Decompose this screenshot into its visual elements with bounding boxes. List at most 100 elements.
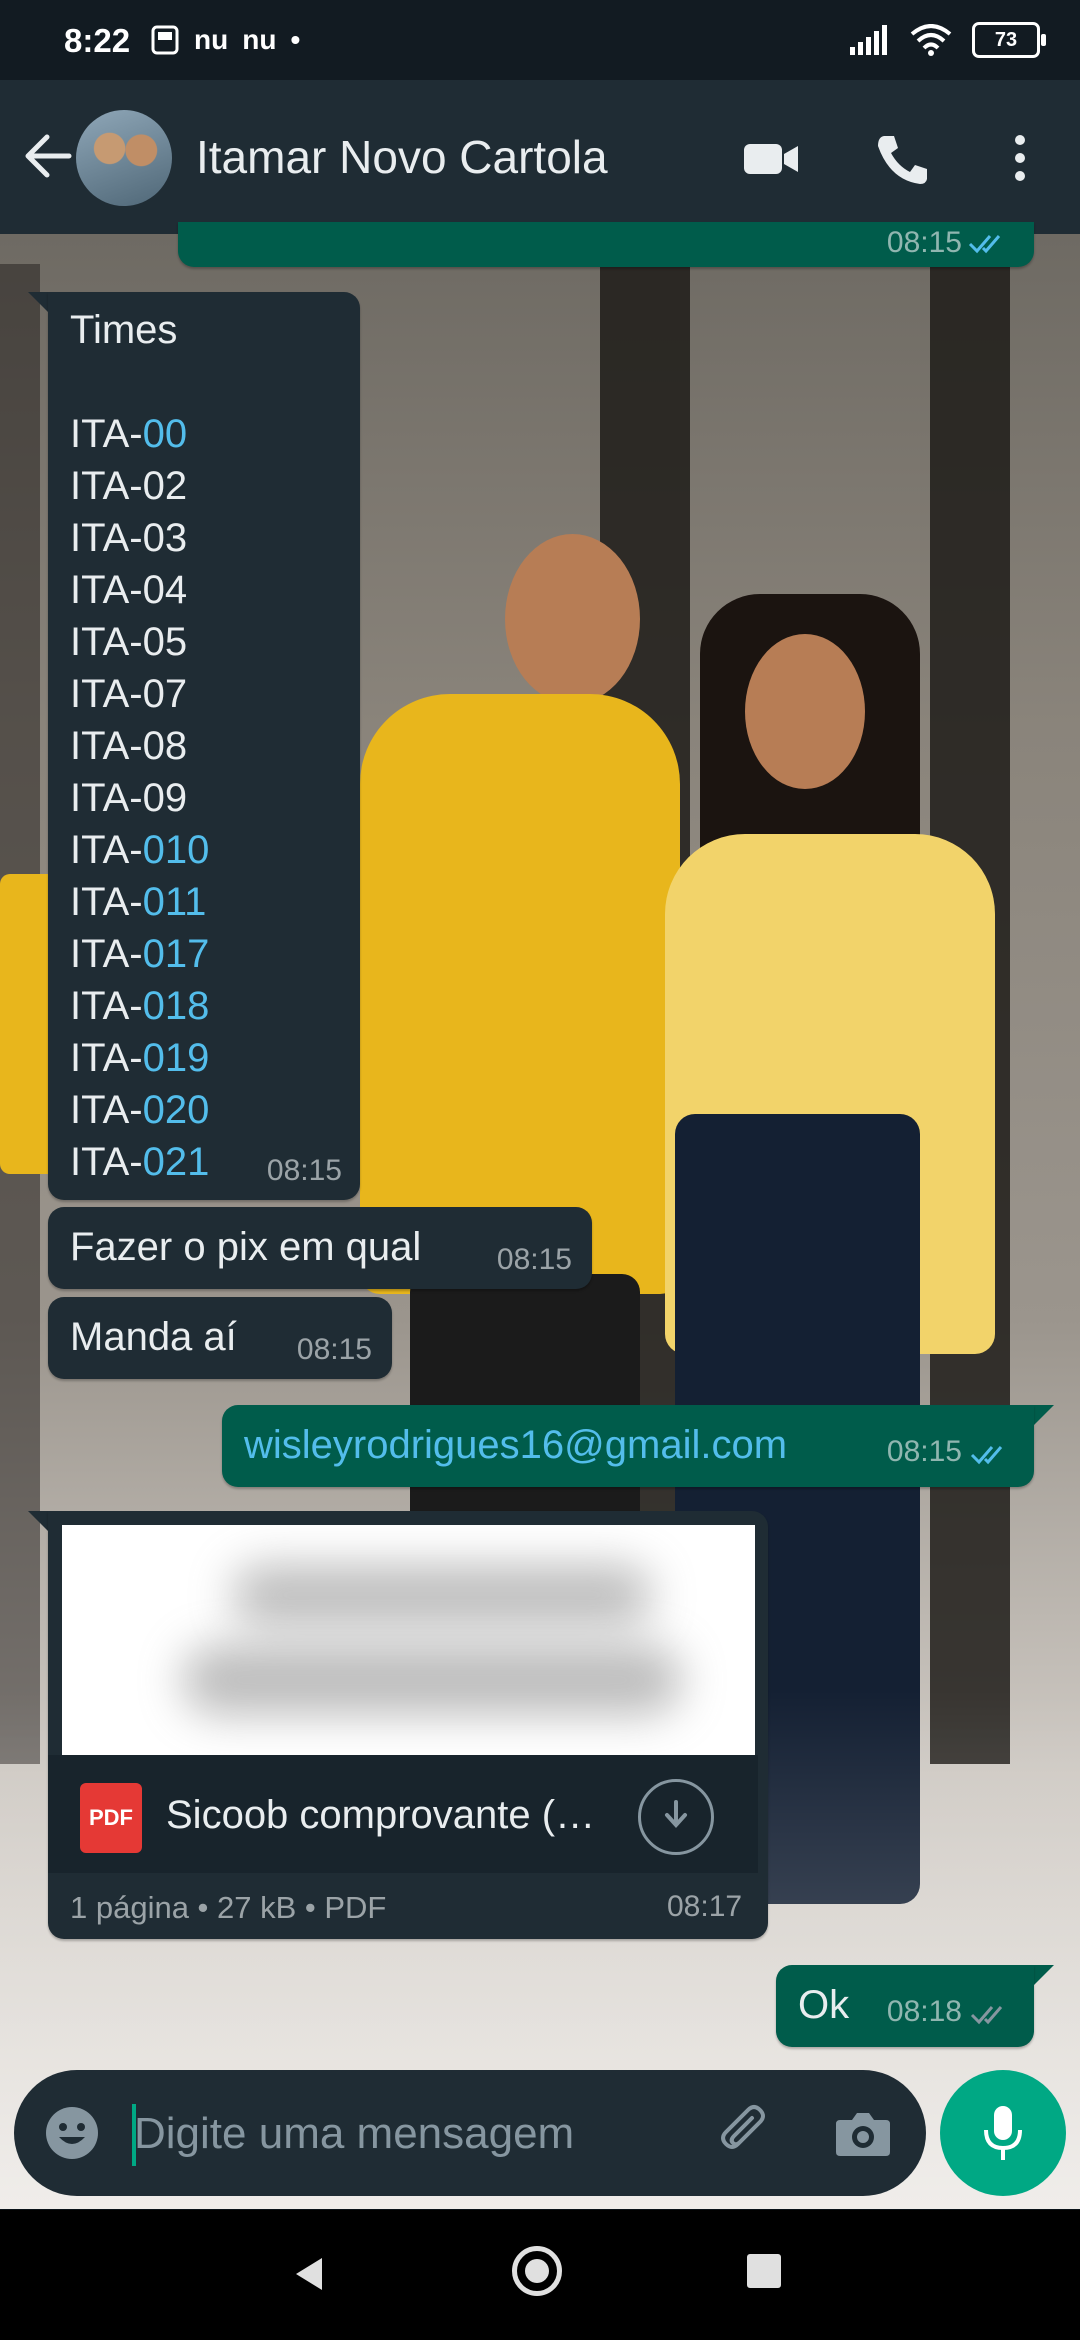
document-meta: 1 página • 27 kB • PDF bbox=[70, 1890, 387, 1925]
nu-app-icon: nu bbox=[194, 24, 229, 55]
contact-name[interactable]: Itamar Novo Cartola bbox=[196, 130, 608, 184]
message-time: 08:15 bbox=[296, 1333, 372, 1366]
message-bubble-incoming[interactable]: Manda aí 08:15 bbox=[48, 1297, 392, 1379]
team-code-line: ITA-021 bbox=[70, 1136, 209, 1188]
system-navigation-bar bbox=[0, 2210, 1080, 2340]
team-code-prefix: ITA- bbox=[70, 1036, 143, 1080]
status-system-icons: 73 bbox=[850, 22, 1046, 58]
mic-icon bbox=[984, 2106, 1022, 2160]
message-bubble-outgoing[interactable]: 08:15 bbox=[178, 222, 1034, 267]
battery-icon: 73 bbox=[972, 22, 1046, 58]
status-bar: 8:22 nu nu • 73 bbox=[0, 0, 1080, 80]
signal-icon bbox=[850, 25, 887, 55]
team-code-line: ITA-017 bbox=[70, 928, 209, 980]
team-code-line: ITA-07 bbox=[70, 668, 209, 720]
chat-header: Itamar Novo Cartola bbox=[0, 80, 1080, 234]
back-arrow-icon[interactable] bbox=[18, 126, 78, 186]
team-code-prefix: ITA- bbox=[70, 620, 143, 664]
nav-recents-icon[interactable] bbox=[747, 2254, 781, 2288]
team-code-number[interactable]: 018 bbox=[143, 984, 210, 1028]
nav-back-icon[interactable] bbox=[290, 2254, 330, 2294]
team-code-number: 04 bbox=[142, 568, 188, 612]
team-code-prefix: ITA- bbox=[70, 932, 143, 976]
team-code-prefix: ITA- bbox=[70, 464, 143, 508]
team-code-line: ITA-03 bbox=[70, 512, 209, 564]
team-code-prefix: ITA- bbox=[70, 984, 143, 1028]
contact-avatar[interactable] bbox=[76, 110, 172, 206]
bubble-tail bbox=[1032, 1405, 1054, 1427]
message-bubble-incoming[interactable]: Fazer o pix em qual 08:15 bbox=[48, 1207, 592, 1289]
attach-paperclip-icon[interactable] bbox=[714, 2102, 776, 2164]
pdf-badge: PDF bbox=[89, 1805, 133, 1830]
camera-icon[interactable] bbox=[832, 2102, 894, 2164]
wallpaper-woman-head bbox=[745, 634, 865, 789]
team-code-line: ITA-018 bbox=[70, 980, 209, 1032]
more-notifications-dot: • bbox=[290, 24, 301, 55]
team-code-prefix: ITA- bbox=[70, 412, 143, 456]
teams-list-text: Times ITA-00 ITA-02 ITA-03 ITA-04 ITA-05 ITA-… bbox=[70, 304, 209, 1188]
message-bubble-outgoing[interactable]: wisleyrodrigues16@gmail.com 08:15 bbox=[222, 1405, 1034, 1487]
battery-level: 73 bbox=[994, 28, 1018, 51]
message-text: Ok bbox=[798, 1983, 850, 2027]
team-code-number[interactable]: 019 bbox=[143, 1036, 210, 1080]
team-code-number: 09 bbox=[142, 776, 188, 820]
document-file-row[interactable]: PDF Sicoob comprovante (… bbox=[48, 1755, 758, 1873]
message-input[interactable] bbox=[132, 2100, 696, 2168]
team-code-number: 02 bbox=[142, 464, 188, 508]
team-code-prefix: ITA- bbox=[70, 880, 143, 924]
email-link[interactable]: wisleyrodrigues16@gmail.com bbox=[244, 1419, 787, 1471]
team-code-prefix: ITA- bbox=[70, 828, 143, 872]
team-code-line: ITA-019 bbox=[70, 1032, 209, 1084]
teams-title: Times bbox=[70, 308, 178, 352]
message-bubble-teams-list[interactable]: Times ITA-00 ITA-02 ITA-03 ITA-04 ITA-05 ITA-… bbox=[48, 292, 360, 1200]
team-code-line: ITA-00 bbox=[70, 408, 209, 460]
team-code-number: 03 bbox=[142, 516, 188, 560]
team-code-line: ITA-02 bbox=[70, 460, 209, 512]
notification-box-icon bbox=[151, 25, 179, 55]
team-code-prefix: ITA- bbox=[70, 516, 143, 560]
team-code-line: ITA-010 bbox=[70, 824, 209, 876]
team-code-prefix: ITA- bbox=[70, 1088, 143, 1132]
status-time: 8:22 bbox=[64, 22, 131, 59]
delivered-ticks-icon bbox=[970, 2006, 1003, 2025]
team-code-prefix: ITA- bbox=[70, 1140, 143, 1184]
team-code-number: 05 bbox=[142, 620, 188, 664]
team-code-number[interactable]: 021 bbox=[143, 1140, 210, 1184]
read-ticks-icon bbox=[970, 1446, 1003, 1465]
read-ticks-icon bbox=[968, 235, 1001, 254]
video-call-icon[interactable] bbox=[740, 128, 804, 188]
bubble-tail bbox=[28, 292, 50, 314]
message-time: 08:18 bbox=[886, 1995, 962, 2028]
voice-call-icon[interactable] bbox=[870, 128, 934, 188]
team-code-prefix: ITA- bbox=[70, 568, 143, 612]
team-code-number[interactable]: 010 bbox=[143, 828, 210, 872]
download-icon[interactable] bbox=[638, 1779, 714, 1855]
blurred-content bbox=[232, 1565, 652, 1625]
document-name: Sicoob comprovante (… bbox=[166, 1793, 596, 1837]
team-code-number[interactable]: 00 bbox=[143, 412, 188, 456]
more-options-icon[interactable] bbox=[1000, 128, 1040, 188]
team-code-line: ITA-020 bbox=[70, 1084, 209, 1136]
nav-home-icon[interactable] bbox=[512, 2246, 562, 2296]
team-code-number: 08 bbox=[142, 724, 188, 768]
emoji-icon[interactable] bbox=[42, 2103, 102, 2163]
team-code-number[interactable]: 011 bbox=[143, 880, 207, 924]
wallpaper-man-head bbox=[505, 534, 640, 704]
wifi-icon bbox=[910, 24, 952, 56]
mic-button[interactable] bbox=[940, 2070, 1066, 2196]
team-code-line: ITA-08 bbox=[70, 720, 209, 772]
document-preview[interactable] bbox=[62, 1525, 755, 1755]
team-code-prefix: ITA- bbox=[70, 724, 143, 768]
message-composer bbox=[14, 2070, 926, 2196]
team-code-prefix: ITA- bbox=[70, 776, 143, 820]
team-code-prefix: ITA- bbox=[70, 672, 143, 716]
teams-list: ITA-00 ITA-02 ITA-03 ITA-04 ITA-05 ITA-07 ITA-… bbox=[70, 408, 209, 1188]
message-bubble-outgoing[interactable]: Ok 08:18 bbox=[776, 1965, 1034, 2047]
team-code-number[interactable]: 020 bbox=[143, 1088, 210, 1132]
message-time: 08:17 bbox=[667, 1890, 743, 1923]
text-cursor bbox=[132, 2104, 136, 2166]
team-code-number[interactable]: 017 bbox=[143, 932, 210, 976]
team-code-line: ITA-09 bbox=[70, 772, 209, 824]
message-time: 08:15 bbox=[886, 1435, 962, 1468]
